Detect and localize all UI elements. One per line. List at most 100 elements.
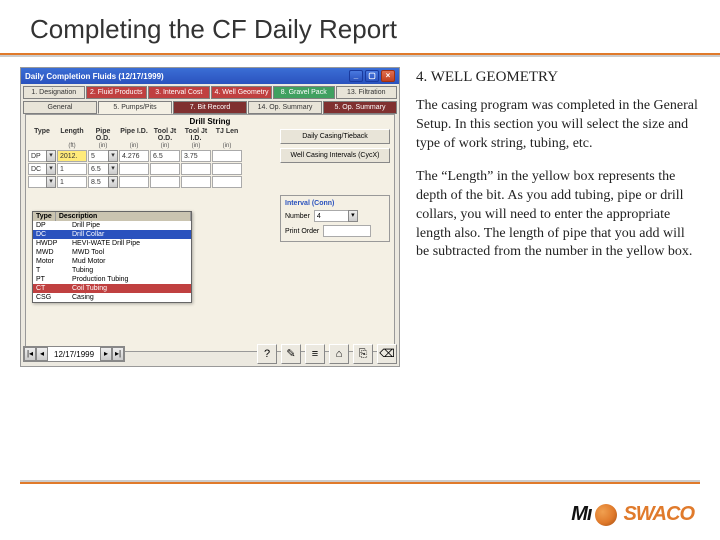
tab-general[interactable]: General — [23, 101, 97, 114]
row1-type[interactable]: DP▾ — [28, 150, 56, 162]
print-order-input[interactable] — [323, 225, 371, 237]
row2-length[interactable]: 1 — [57, 163, 87, 175]
col-pipe-id: Pipe I.D. — [119, 128, 149, 142]
list-icon[interactable]: ≡ — [305, 344, 325, 364]
tab-fluid-products[interactable]: 2. Fluid Products — [86, 86, 148, 99]
dd-ct[interactable]: CTCoil Tubing — [33, 284, 191, 293]
row1-tjid[interactable]: 3.75 — [181, 150, 211, 162]
tab-gravel-pack[interactable]: 8. Gravel Pack — [273, 86, 335, 99]
col-tj-len: TJ Len — [212, 128, 242, 142]
maximize-button[interactable]: ▢ — [365, 70, 379, 82]
minimize-button[interactable]: _ — [349, 70, 363, 82]
dd-tubing[interactable]: TTubing — [33, 266, 191, 275]
paragraph-2: The “Length” in the yellow box represent… — [416, 168, 700, 262]
dd-dp[interactable]: DPDrill Pipe — [33, 221, 191, 230]
dd-hdr-desc: Description — [56, 212, 191, 221]
row2-pod[interactable]: 6.5▾ — [88, 163, 118, 175]
explanation: 4. WELL GEOMETRY The casing program was … — [416, 67, 700, 367]
interval-conn-box: Interval (Conn) Number 4▾ Print Order — [280, 195, 390, 242]
daily-casing-button[interactable]: Daily Casing/Tieback — [280, 129, 390, 144]
dd-hdr-type: Type — [33, 212, 56, 221]
dd-dc[interactable]: DCDrill Collar — [33, 230, 191, 239]
section-heading: 4. WELL GEOMETRY — [416, 67, 700, 87]
home-icon[interactable]: ⌂ — [329, 344, 349, 364]
row2-tjod[interactable] — [150, 163, 180, 175]
drillstring-heading: Drill String — [28, 117, 392, 126]
help-icon[interactable]: ? — [257, 344, 277, 364]
unit-pid: (in) — [119, 143, 149, 149]
footer-divider — [20, 480, 700, 484]
chevron-down-icon[interactable]: ▾ — [46, 150, 56, 162]
dd-mwd[interactable]: MWDMWD Tool — [33, 248, 191, 257]
chevron-down-icon[interactable]: ▾ — [46, 163, 56, 175]
row3-length[interactable]: 1 — [57, 176, 87, 188]
row1-pid[interactable]: 4.276 — [119, 150, 149, 162]
number-select[interactable]: 4▾ — [314, 210, 358, 222]
bottom-bar: |◂ ◂ 12/17/1999 ▸ ▸| ? ✎ ≡ ⌂ ⎘ ⌫ — [23, 344, 397, 364]
unit-tjlen: (in) — [212, 143, 242, 149]
tab-op-summary-2[interactable]: 5. Op. Summary — [323, 101, 397, 114]
unit-tjid: (in) — [181, 143, 211, 149]
number-label: Number — [285, 213, 310, 220]
copy-icon[interactable]: ⎘ — [353, 344, 373, 364]
row3-type[interactable]: ▾ — [28, 176, 56, 188]
nav-prev-button[interactable]: ◂ — [36, 347, 48, 361]
date-navigator: |◂ ◂ 12/17/1999 ▸ ▸| — [23, 346, 125, 362]
row3-pod[interactable]: 8.5▾ — [88, 176, 118, 188]
row3-tjlen[interactable] — [212, 176, 242, 188]
tab-well-geometry[interactable]: 4. Well Geometry — [211, 86, 273, 99]
row1-pod[interactable]: 5▾ — [88, 150, 118, 162]
app-screenshot: Daily Completion Fluids (12/17/1999) _ ▢… — [20, 67, 400, 367]
row2-tjid[interactable] — [181, 163, 211, 175]
well-casing-intervals-button[interactable]: Well Casing Intervals (CycX) — [280, 148, 390, 163]
row2-tjlen[interactable] — [212, 163, 242, 175]
dd-hwdp[interactable]: HWDPHEVI-WATE Drill Pipe — [33, 239, 191, 248]
logo-mi: Mı — [571, 503, 591, 526]
row3-tjid[interactable] — [181, 176, 211, 188]
dd-pt[interactable]: PTProduction Tubing — [33, 275, 191, 284]
chevron-down-icon[interactable]: ▾ — [348, 210, 358, 222]
type-dropdown[interactable]: TypeDescription DPDrill Pipe DCDrill Col… — [32, 211, 192, 303]
tab-pumps-pits[interactable]: 5. Pumps/Pits — [98, 101, 172, 114]
tab-op-summary-1[interactable]: 14. Op. Summary — [248, 101, 322, 114]
tab-row-2: General 5. Pumps/Pits 7. Bit Record 14. … — [21, 99, 399, 114]
row1-length[interactable]: 2012. — [57, 150, 87, 162]
edit-icon[interactable]: ✎ — [281, 344, 301, 364]
unit-tjod: (in) — [150, 143, 180, 149]
tab-interval-cost[interactable]: 3. Interval Cost — [148, 86, 210, 99]
dd-csg[interactable]: CSGCasing — [33, 293, 191, 302]
row3-pid[interactable] — [119, 176, 149, 188]
row3-tjod[interactable] — [150, 176, 180, 188]
print-order-label: Print Order — [285, 228, 319, 235]
paragraph-1: The casing program was completed in the … — [416, 97, 700, 154]
row2-type[interactable]: DC▾ — [28, 163, 56, 175]
logo-swaco: SWACO — [623, 503, 694, 526]
tab-bit-record[interactable]: 7. Bit Record — [173, 101, 247, 114]
chevron-down-icon[interactable]: ▾ — [108, 176, 118, 188]
window-titlebar: Daily Completion Fluids (12/17/1999) _ ▢… — [21, 68, 399, 84]
unit-length: (ft) — [57, 143, 87, 149]
chevron-down-icon[interactable]: ▾ — [46, 176, 56, 188]
close-button[interactable]: × — [381, 70, 395, 82]
col-length: Length — [57, 128, 87, 142]
chevron-down-icon[interactable]: ▾ — [108, 150, 118, 162]
tab-row-1: 1. Designation 2. Fluid Products 3. Inte… — [21, 84, 399, 99]
nav-first-button[interactable]: |◂ — [24, 347, 36, 361]
chevron-down-icon[interactable]: ▾ — [108, 163, 118, 175]
interval-conn-title: Interval (Conn) — [285, 200, 385, 207]
logo-dot-icon — [595, 504, 617, 526]
tab-designation[interactable]: 1. Designation — [23, 86, 85, 99]
col-tj-od: Tool Jt O.D. — [150, 128, 180, 142]
dd-motor[interactable]: MotorMud Motor — [33, 257, 191, 266]
col-type: Type — [28, 128, 56, 142]
col-pipe-od: Pipe O.D. — [88, 128, 118, 142]
slide-title: Completing the CF Daily Report — [0, 0, 720, 53]
tab-filtration[interactable]: 13. Filtration — [336, 86, 398, 99]
row2-pid[interactable] — [119, 163, 149, 175]
row1-tjlen[interactable] — [212, 150, 242, 162]
nav-next-button[interactable]: ▸ — [100, 347, 112, 361]
delete-icon[interactable]: ⌫ — [377, 344, 397, 364]
row1-tjod[interactable]: 6.5 — [150, 150, 180, 162]
nav-last-button[interactable]: ▸| — [112, 347, 124, 361]
window-title: Daily Completion Fluids (12/17/1999) — [25, 72, 164, 81]
